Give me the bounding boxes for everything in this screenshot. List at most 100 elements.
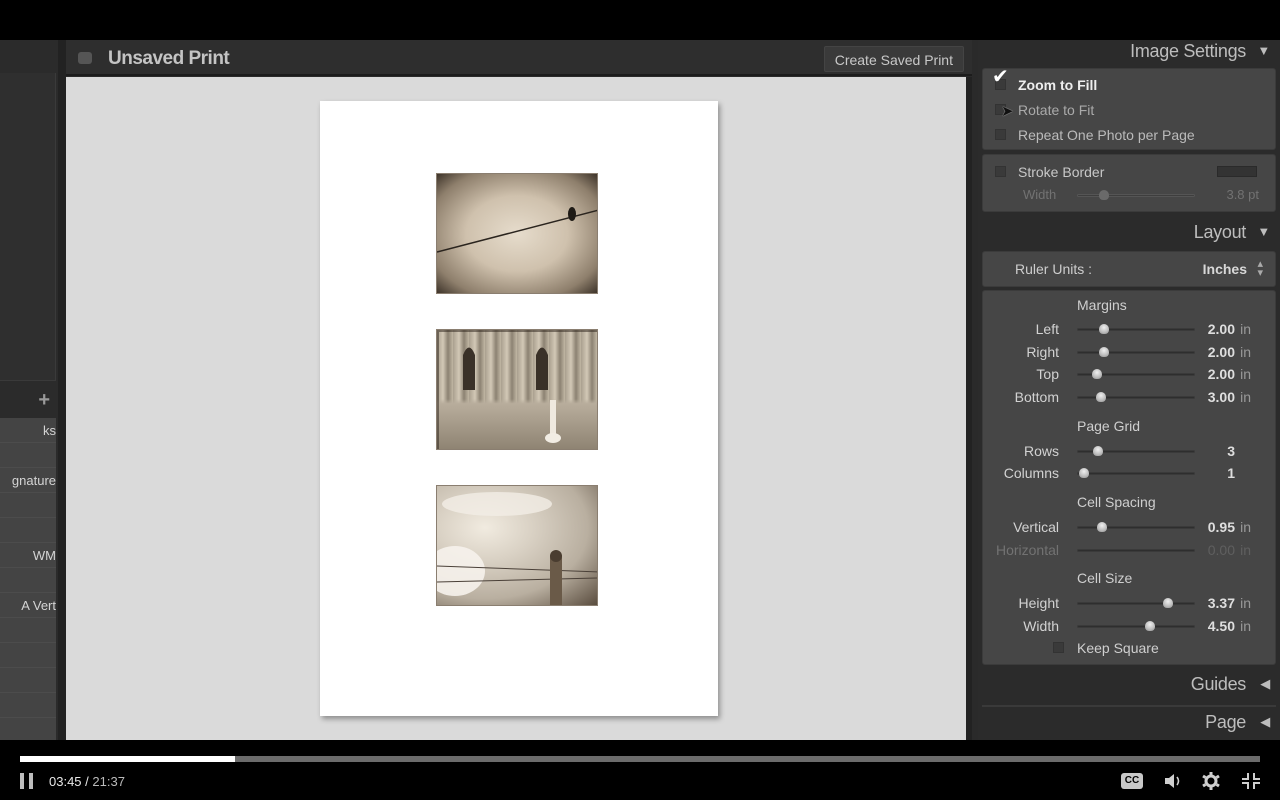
stroke-border-option[interactable]: Stroke Border (983, 161, 1275, 183)
stroke-border-checkbox[interactable] (995, 166, 1006, 177)
slider-thumb[interactable] (1098, 347, 1109, 357)
cell-spacing-title: Cell Spacing (1077, 494, 1156, 510)
left-panel: + ks gnature WM A Vert (0, 40, 58, 740)
time-readout: 03:45 / 21:37 (49, 774, 125, 789)
slider-thumb[interactable] (1098, 190, 1109, 200)
slider-value[interactable]: 3.37 (1208, 592, 1235, 614)
slider-value[interactable]: 0.95 (1208, 516, 1235, 538)
image-settings-options: ✔ Zoom to Fill Rotate to Fit ➤ Repeat On… (982, 66, 1276, 150)
slider-unit: in (1240, 321, 1251, 337)
keep-square-label: Keep Square (1077, 640, 1159, 656)
slider-value[interactable]: 2.00 (1208, 363, 1235, 385)
template-list-item[interactable] (0, 568, 56, 593)
pause-button[interactable] (20, 773, 34, 789)
photo-cell-fence-post[interactable] (436, 485, 598, 606)
stroke-color-swatch[interactable] (1217, 166, 1257, 177)
layout-header[interactable]: Layout ▼ (978, 217, 1280, 247)
collapse-triangle-icon[interactable]: ▼ (1257, 217, 1270, 247)
template-list-item[interactable] (0, 493, 56, 518)
margin-right-row: Right 2.00 in (983, 341, 1275, 363)
template-list-item[interactable] (0, 618, 56, 643)
slider-value[interactable]: 3.00 (1208, 386, 1235, 408)
image-settings-header[interactable]: Image Settings ▼ (978, 36, 1280, 66)
slider-thumb[interactable] (1144, 621, 1155, 631)
photo-cell-ruined-church[interactable] (436, 329, 598, 450)
page-section-title: Page (1205, 712, 1246, 732)
margin-right-slider[interactable] (1077, 347, 1195, 357)
page-grid-columns-row: Columns 1 (983, 462, 1275, 484)
template-list-item[interactable] (0, 643, 56, 668)
photo-cell-bird-on-wire[interactable] (436, 173, 598, 294)
guides-header[interactable]: Guides ◀ (978, 669, 1280, 699)
template-list-item[interactable] (0, 668, 56, 693)
cc-icon[interactable]: CC (1121, 773, 1143, 789)
repeat-one-photo-label: Repeat One Photo per Page (1018, 127, 1195, 143)
page-grid-rows-slider[interactable] (1077, 446, 1195, 456)
exit-fullscreen-icon[interactable] (1240, 771, 1262, 791)
create-saved-print-button[interactable]: Create Saved Print (823, 46, 964, 72)
slider-thumb[interactable] (1163, 598, 1174, 608)
slider-value[interactable]: 3 (1227, 440, 1235, 462)
ruler-units-row: Ruler Units : Inches ▴ ▾ (982, 251, 1276, 287)
print-page (320, 101, 718, 716)
print-toolbar: Unsaved Print Create Saved Print (66, 40, 972, 76)
cell-size-height-row: Height 3.37 in (983, 592, 1275, 614)
zoom-to-fill-option[interactable]: ✔ Zoom to Fill (983, 66, 1275, 96)
slider-unit: in (1240, 366, 1251, 382)
template-list-item[interactable]: A Vert (0, 593, 56, 618)
add-template-plus-icon[interactable]: + (38, 389, 50, 412)
rotate-to-fit-option[interactable]: Rotate to Fit ➤ (983, 99, 1275, 121)
page-header[interactable]: Page ◀ (978, 707, 1280, 737)
page-grid-title: Page Grid (1077, 418, 1141, 434)
template-list-item[interactable]: ks (0, 418, 56, 443)
stroke-border-options: Stroke Border Width 3.8 pt (982, 154, 1276, 212)
keep-square-checkbox[interactable] (1053, 642, 1064, 653)
slider-value[interactable]: 4.50 (1208, 615, 1235, 637)
template-list-item[interactable] (0, 518, 56, 543)
template-list: ks gnature WM A Vert (0, 418, 56, 740)
slider-value[interactable]: 2.00 (1208, 341, 1235, 363)
margin-top-slider[interactable] (1077, 369, 1195, 379)
bird-on-wire-image (437, 207, 597, 253)
slider-thumb[interactable] (1097, 522, 1108, 532)
slider-thumb[interactable] (1096, 392, 1107, 402)
margin-left-row: Left 2.00 in (983, 318, 1275, 340)
rotate-to-fit-label: Rotate to Fit (1018, 102, 1095, 118)
slider-thumb[interactable] (1092, 446, 1103, 456)
slider-thumb[interactable] (1091, 369, 1102, 379)
template-list-item[interactable] (0, 443, 56, 468)
volume-icon[interactable] (1162, 771, 1184, 791)
settings-gear-icon[interactable] (1200, 771, 1222, 791)
margin-bottom-row: Bottom 3.00 in (983, 386, 1275, 408)
slider-label: Right (1026, 344, 1059, 360)
ruler-units-dropdown[interactable]: Inches (1203, 261, 1247, 277)
cell-size-width-slider[interactable] (1077, 621, 1195, 631)
video-progress-bar[interactable] (20, 756, 1260, 762)
expand-triangle-icon[interactable]: ◀ (1260, 707, 1270, 737)
slider-thumb[interactable] (1078, 468, 1089, 478)
guides-title: Guides (1190, 674, 1247, 694)
stroke-width-label: Width (1023, 187, 1057, 202)
slider-thumb[interactable] (1098, 324, 1109, 334)
repeat-one-photo-checkbox[interactable] (995, 129, 1006, 140)
keep-square-option[interactable]: Keep Square (983, 637, 1275, 659)
template-list-item[interactable]: gnature (0, 468, 56, 493)
cell-size-height-slider[interactable] (1077, 598, 1195, 608)
slider-value[interactable]: 1 (1227, 462, 1235, 484)
expand-triangle-icon[interactable]: ◀ (1260, 669, 1270, 699)
template-list-item[interactable]: WM (0, 543, 56, 568)
repeat-one-photo-option[interactable]: Repeat One Photo per Page (983, 124, 1275, 146)
template-list-item[interactable] (0, 693, 56, 718)
stroke-width-value: 3.8 pt (1226, 187, 1259, 202)
slider-value[interactable]: 2.00 (1208, 318, 1235, 340)
cell-spacing-horizontal-row: Horizontal 0.00 in (983, 539, 1275, 561)
stepper-arrows-icon[interactable]: ▴ ▾ (1257, 259, 1263, 279)
cell-spacing-vertical-slider[interactable] (1077, 522, 1195, 532)
margin-left-slider[interactable] (1077, 324, 1195, 334)
stroke-width-slider[interactable] (1077, 190, 1195, 200)
slider-label: Vertical (1013, 519, 1059, 535)
page-grid-columns-slider[interactable] (1077, 468, 1195, 478)
collapse-triangle-icon[interactable]: ▼ (1257, 36, 1270, 66)
current-time: 03:45 (49, 774, 82, 789)
margin-bottom-slider[interactable] (1077, 392, 1195, 402)
